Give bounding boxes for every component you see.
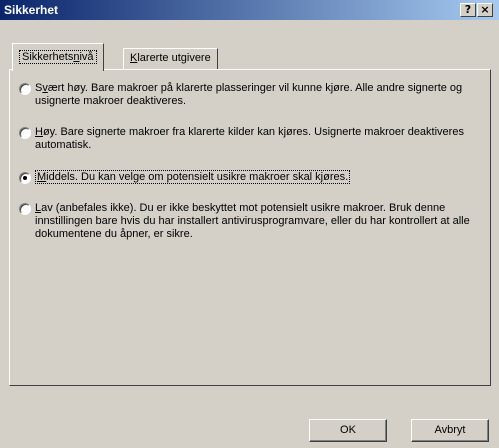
option-high-label: Høy. Bare signerte makroer fra klarerte …	[35, 126, 464, 151]
tab-trusted-publishers-label: Klarerte utgivere	[130, 52, 211, 64]
close-icon: ×	[480, 3, 490, 16]
radio-very-high[interactable]	[19, 83, 31, 95]
title-bar: Sikkerhet ? ×	[0, 0, 499, 20]
option-very-high-label: Svært høy. Bare makroer på klarerte plas…	[35, 82, 463, 107]
radio-medium[interactable]	[19, 172, 31, 184]
tab-trusted-publishers[interactable]: Klarerte utgivere	[123, 48, 218, 70]
radio-selected-dot	[23, 176, 27, 180]
radio-low[interactable]	[19, 203, 31, 215]
help-button[interactable]: ?	[460, 3, 476, 17]
radio-high[interactable]	[19, 127, 31, 139]
help-icon: ?	[464, 3, 472, 16]
option-low-label: Lav (anbefales ikke). Du er ikke beskytt…	[35, 202, 470, 240]
tab-security-level-label: Sikkerhetsnivå	[19, 50, 97, 64]
cancel-button[interactable]: Avbryt	[411, 419, 489, 442]
window-title: Sikkerhet	[4, 3, 59, 17]
ok-button[interactable]: OK	[309, 419, 387, 442]
close-button[interactable]: ×	[477, 3, 493, 17]
tab-security-level[interactable]: Sikkerhetsnivå	[12, 43, 104, 71]
option-medium-label: Middels. Du kan velge om potensielt usik…	[35, 170, 351, 184]
